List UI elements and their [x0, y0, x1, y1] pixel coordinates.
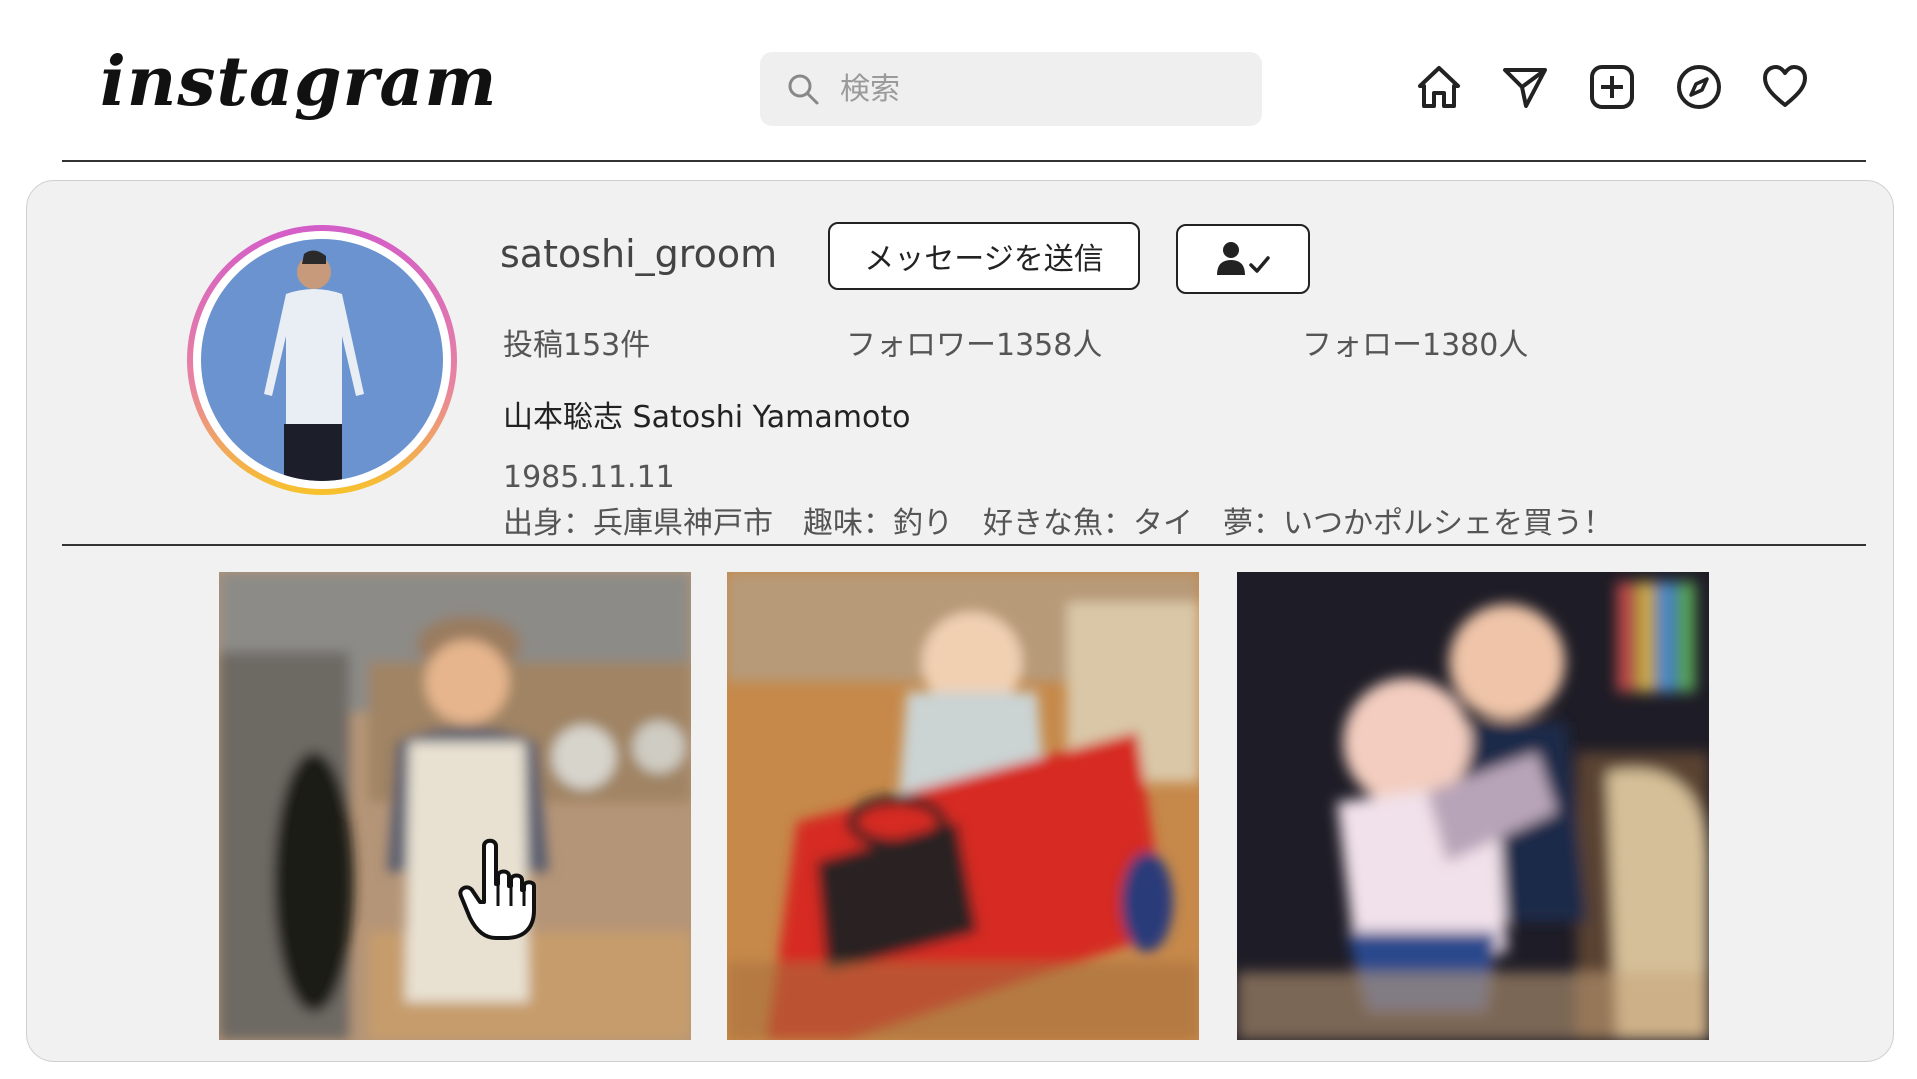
heart-icon[interactable] [1760, 62, 1810, 112]
toddler-photo [219, 572, 691, 1040]
search-input[interactable] [838, 70, 1242, 108]
instagram-logo[interactable]: instagram [100, 42, 497, 122]
posts-count: 投稿153件 [503, 328, 651, 363]
bio-details: 出身：兵庫県神戸市 趣味：釣り 好きな魚：タイ 夢：いつかポルシェを買う！ [503, 506, 1613, 541]
search-icon [788, 74, 819, 105]
children-hug-photo [1237, 572, 1709, 1040]
followers-count[interactable]: フォロワー1358人 [846, 320, 1102, 364]
following-status-button[interactable] [1176, 224, 1310, 294]
home-icon[interactable] [1414, 62, 1464, 112]
post-thumbnail-2[interactable] [727, 572, 1199, 1040]
profile-avatar[interactable] [186, 224, 458, 496]
send-icon[interactable] [1500, 62, 1550, 112]
toy-car-photo [727, 572, 1199, 1040]
posts-divider [62, 544, 1866, 546]
profile-username: satoshi_groom [500, 232, 778, 276]
post-thumbnail-1[interactable] [219, 572, 691, 1040]
following-count[interactable]: フォロー1380人 [1302, 320, 1528, 364]
send-message-button[interactable]: メッセージを送信 [828, 222, 1140, 290]
profile-full-name: 山本聡志 Satoshi Yamamoto [503, 400, 911, 435]
search-bar[interactable] [760, 52, 1262, 126]
header-divider [62, 160, 1866, 162]
explore-compass-icon[interactable] [1674, 62, 1724, 112]
bio-birthdate: 1985.11.11 [503, 460, 675, 495]
post-thumbnail-3[interactable] [1237, 572, 1709, 1040]
person-check-icon [1217, 242, 1270, 275]
add-post-icon[interactable] [1587, 62, 1637, 112]
